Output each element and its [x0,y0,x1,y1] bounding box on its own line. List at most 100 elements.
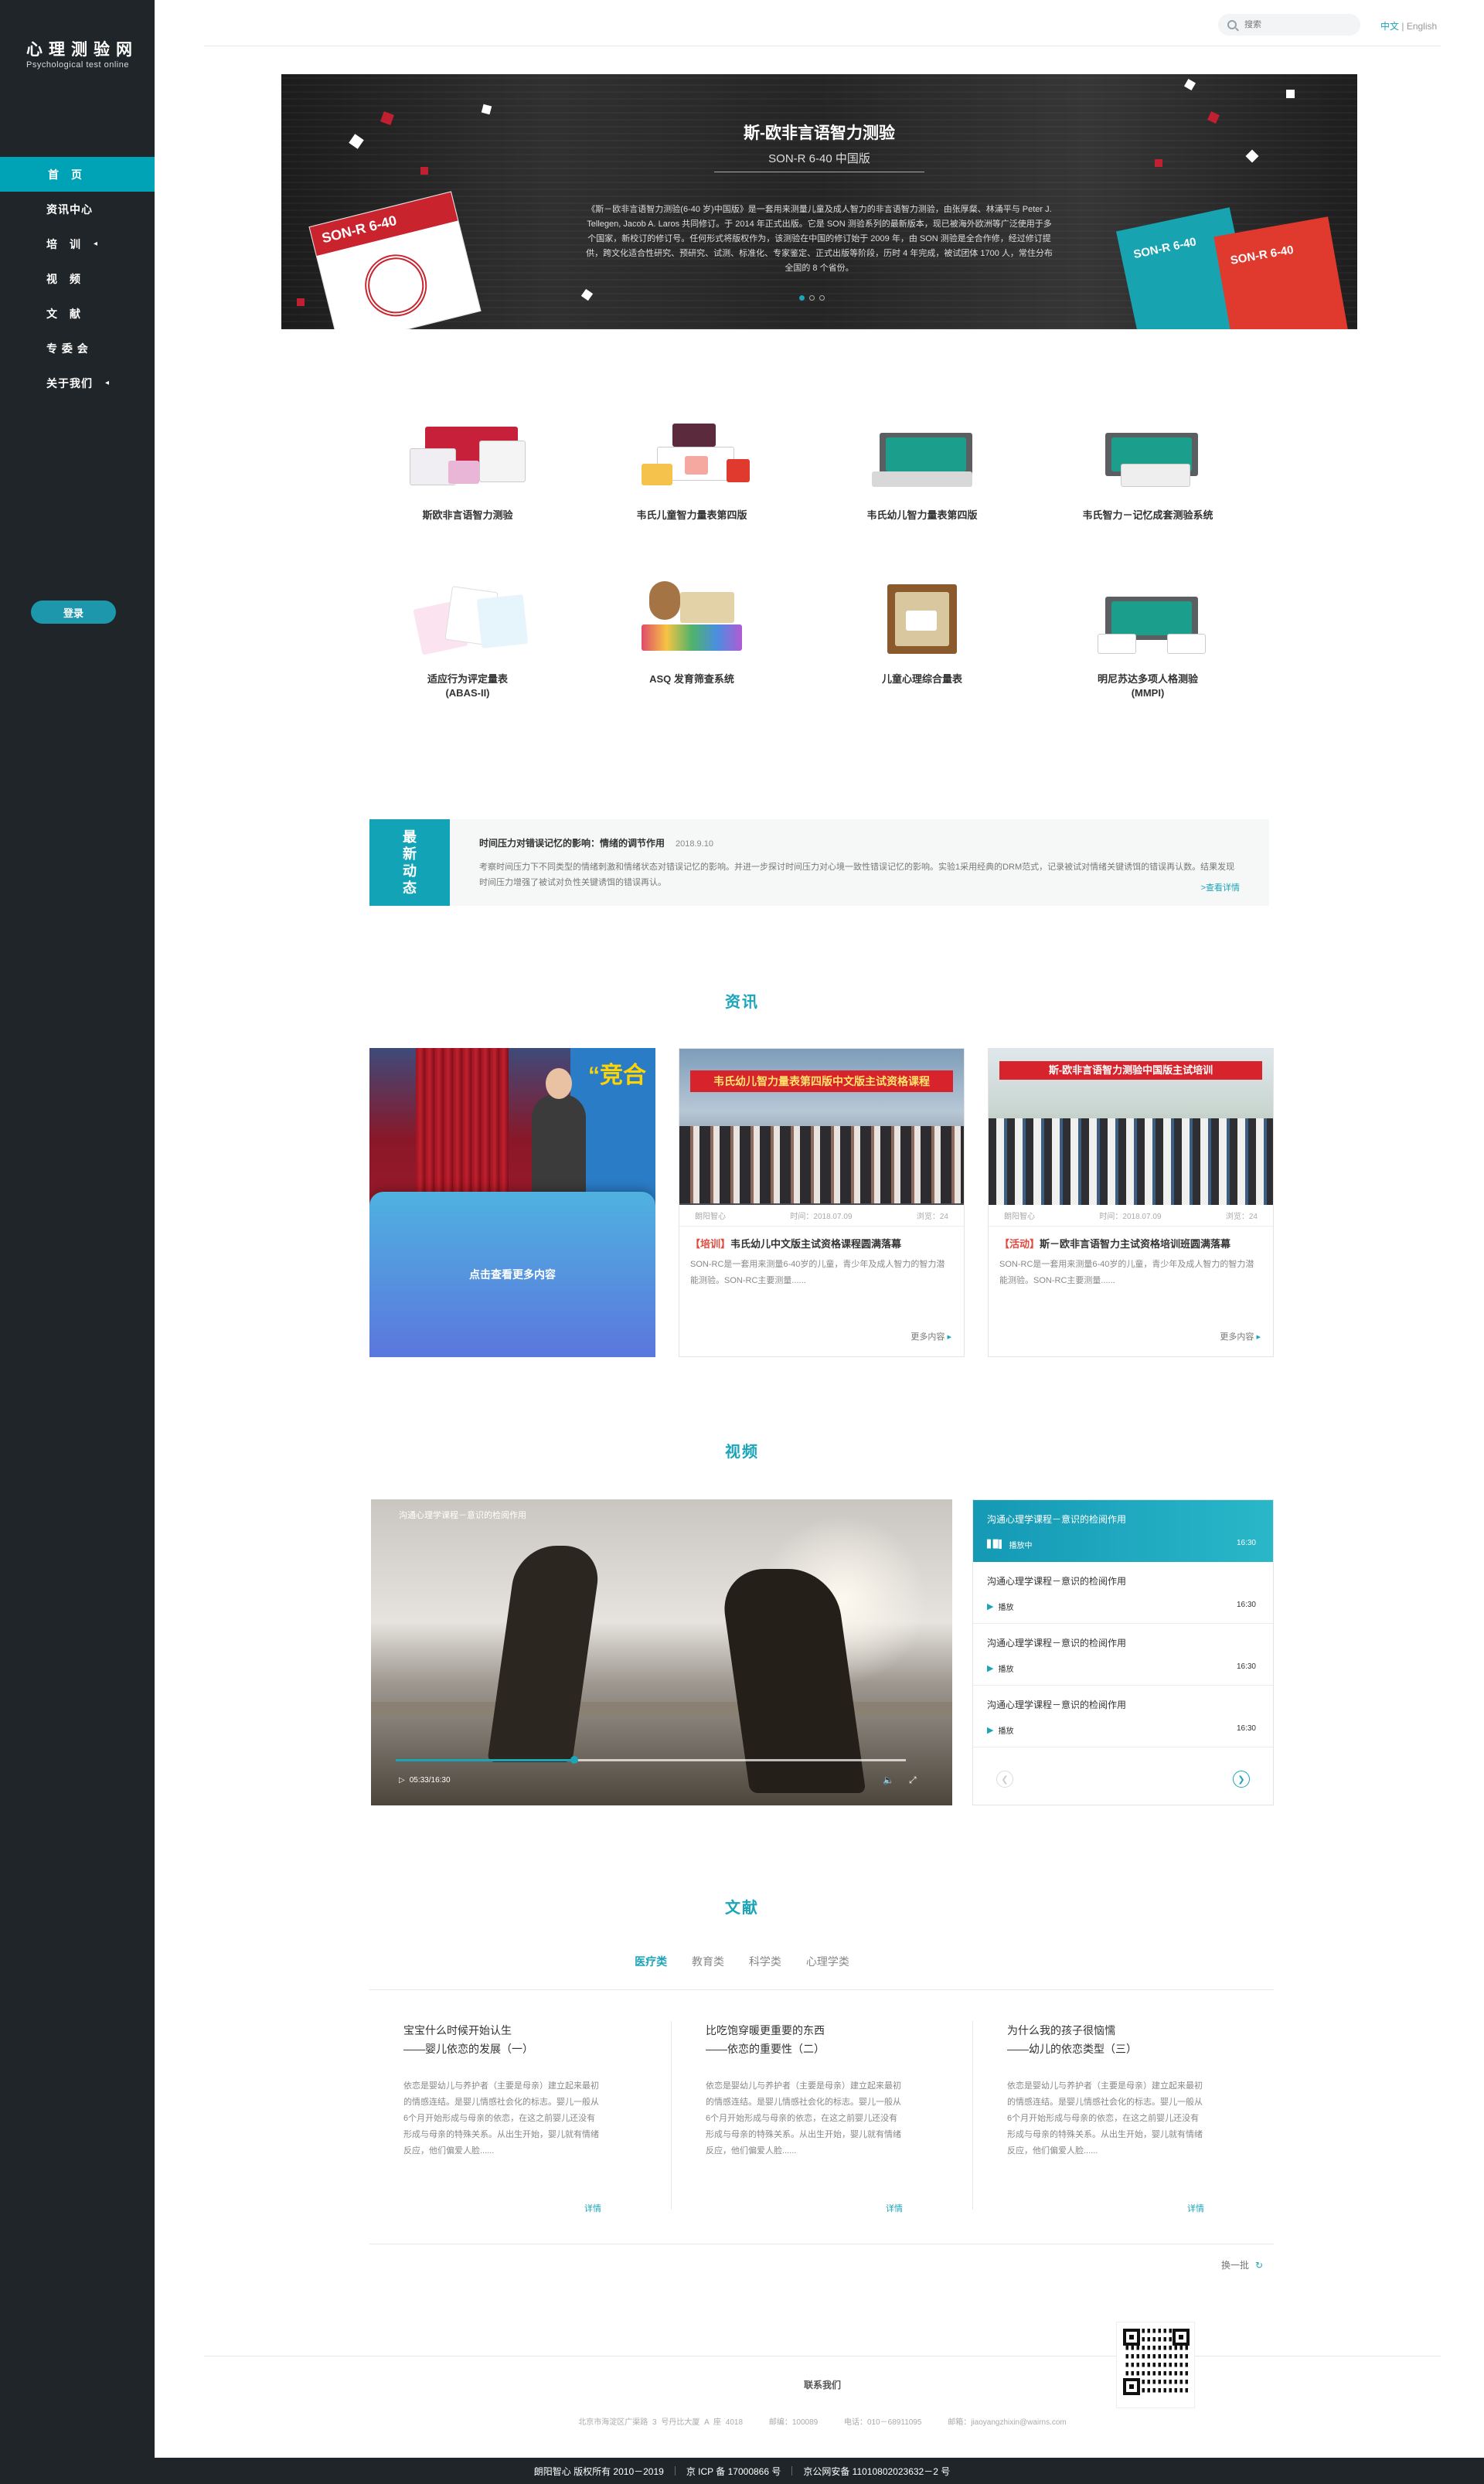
video-section-title: 视频 [725,1444,759,1461]
video-title: 沟通心理学课程－意识的检阅作用 [399,1511,526,1520]
lang-cn-link[interactable]: 中文 [1380,21,1399,32]
article-card[interactable]: 宝宝什么时候开始认生 ——婴儿依恋的发展（一） 依恋是婴幼儿与养护者（主要是母亲… [369,2021,640,2213]
article-excerpt: 依恋是婴幼儿与养护者（主要是母亲）建立起来最初的情感连结。是婴儿情感社会化的标志… [403,2081,599,2156]
article-detail-link[interactable]: 详情 [886,2202,903,2214]
tab-education[interactable]: 教育类 [692,1955,724,1968]
play-icon[interactable]: ▷ [399,1776,405,1785]
article-detail-link[interactable]: 详情 [1187,2202,1204,2214]
more-link[interactable]: 更多内容 [910,1330,951,1342]
nav-item-news[interactable]: 资讯中心 [0,192,155,226]
playlist-duration: 16:30 [1236,1601,1256,1609]
nav-label: 关于我们 [46,376,93,390]
latest-news-body: 考察时间压力下不同类型的情绪刺激和情绪状态对错误记忆的影响。并进一步探讨时间压力… [479,863,1235,887]
status-label: 播放 [998,1604,1014,1612]
playlist-item[interactable]: 沟通心理学课程－意识的检阅作用 ▶ 播放 16:30 [973,1686,1273,1747]
view-details-link[interactable]: >查看详情 [1201,881,1240,893]
latest-news: 最 新 动 态 时间压力对错误记忆的影响：情绪的调节作用 2018.9.10 考察… [369,819,1269,906]
search-icon[interactable] [1227,20,1237,29]
fullscreen-icon[interactable]: ⤢ [909,1775,917,1786]
refresh-label: 换一批 [1221,2260,1250,2271]
footer: 联系我们 北京市海淀区广渠路 3 号丹比大厦 A 座 4018 邮编：10008… [204,2356,1441,2442]
product-book-image: SON-R 6-40 [1213,216,1351,329]
logo-title[interactable]: 心理测验网 [26,37,138,60]
search-input[interactable] [1244,20,1345,29]
product-item[interactable]: 儿童心理综合量表 [810,573,1034,686]
carousel-dot[interactable] [799,295,805,301]
playlist-item[interactable]: 沟通心理学课程－意识的检阅作用 ▋▉▌ 播放中 16:30 [973,1500,1273,1562]
status-label: 播放 [998,1666,1014,1674]
nav-item-video[interactable]: 视 频 [0,261,155,296]
volume-icon[interactable]: 🔈 [883,1775,894,1785]
latest-news-title[interactable]: 时间压力对错误记忆的影响：情绪的调节作用 2018.9.10 [479,836,713,849]
article-subtitle: ——婴儿依恋的发展（一） [403,2043,533,2055]
video-progress-bar[interactable] [396,1756,906,1764]
product-item[interactable]: 韦氏儿童智力量表第四版 [580,410,804,522]
carousel-dot[interactable] [809,295,815,301]
latest-tag-char: 新 [403,846,417,862]
product-item[interactable]: 韦氏幼儿智力量表第四版 [810,410,1034,522]
nav-item-literature[interactable]: 文 献 [0,296,155,331]
nav-item-committee[interactable]: 专 委 会 [0,331,155,366]
nav-label: 培 训 [46,237,81,250]
product-image [1074,410,1221,495]
card-views: 浏览：24 [1225,1213,1258,1221]
product-name-line1: 明尼苏达多项人格测验 [1097,673,1198,685]
hero-banner[interactable]: SON-R 6-40 SON-R 6-40 SON-R 6-40 斯-欧非言语智… [281,74,1357,329]
product-name-line2: (MMPI) [1131,687,1165,699]
carousel-dot[interactable] [819,295,825,301]
chevron-left-icon[interactable]: ❮ [996,1771,1013,1788]
latest-tag-char: 最 [403,829,417,845]
caret-left-icon: ◂ [105,379,111,387]
product-name: ASQ 发育筛查系统 [649,673,734,685]
tab-science[interactable]: 科学类 [749,1955,781,1968]
play-icon[interactable]: ▶ [987,1601,993,1611]
product-name: 韦氏智力－记忆成套测验系统 [1082,509,1213,521]
maze-graphic [358,247,434,323]
latest-date: 2018.9.10 [676,839,713,849]
playlist-item-title: 沟通心理学课程－意识的检阅作用 [987,1576,1127,1587]
view-more-overlay[interactable]: 点击查看更多内容 [369,1192,655,1357]
road-rail [371,1702,952,1716]
article-subtitle: ——依恋的重要性（二） [706,2043,825,2055]
icp-number[interactable]: 京 ICP 备 17000866 号 [686,2465,781,2478]
product-item[interactable]: 适应行为评定量表 (ABAS-II) [356,573,580,700]
article-card[interactable]: 为什么我的孩子很恼懦 ——幼儿的依恋类型（三） 依恋是婴幼儿与养护者（主要是母亲… [972,2021,1243,2213]
product-item[interactable]: 斯欧非言语智力测验 [356,410,580,522]
playlist-duration: 16:30 [1236,1724,1256,1733]
info-card[interactable]: 斯-欧非言语智力测验中国版主试培训 朗阳智心 时间：2018.07.09 浏览：… [988,1048,1274,1357]
playlist-item[interactable]: 沟通心理学课程－意识的检阅作用 ▶ 播放 16:30 [973,1624,1273,1686]
play-icon[interactable]: ▶ [987,1725,993,1735]
police-record[interactable]: 京公网安备 11010802023632－2 号 [803,2465,950,2478]
tab-medical[interactable]: 医疗类 [635,1955,667,1968]
refresh-button[interactable]: 换一批 ↻ [1221,2258,1263,2271]
info-card[interactable]: 韦氏幼儿智力量表第四版中文版主试资格课程 朗阳智心 时间：2018.07.09 … [679,1048,965,1357]
nav-item-about[interactable]: 关于我们 ◂ [0,366,155,400]
playlist-duration: 16:30 [1236,1539,1256,1547]
carousel-dots [799,295,825,301]
video-player[interactable]: 沟通心理学课程－意识的检阅作用 ▷ 05:33/16:30 🔈 ⤢ [371,1499,952,1805]
more-link[interactable]: 更多内容 [1220,1330,1261,1342]
card-source: 朗阳智心 [1004,1213,1035,1221]
play-icon[interactable]: ▶ [987,1663,993,1673]
article-card[interactable]: 比吃饱穿暖更重要的东西 ——依恋的重要性（二） 依恋是婴幼儿与养护者（主要是母亲… [671,2021,941,2213]
product-item[interactable]: 明尼苏达多项人格测验 (MMPI) [1036,573,1260,700]
product-item[interactable]: 韦氏智力－记忆成套测验系统 [1036,410,1260,522]
card-title[interactable]: 【活动】斯－欧非言语智力主试资格培训班圆满落幕 [989,1227,1273,1251]
tab-psychology[interactable]: 心理学类 [806,1955,849,1968]
card-title[interactable]: 【培训】韦氏幼儿中文版主试资格课程圆满落幕 [679,1227,964,1251]
contact-email[interactable]: 邮箱：jiaoyangzhixin@wairns.com [948,2418,1067,2427]
chevron-right-icon[interactable]: ❯ [1233,1771,1250,1788]
login-button[interactable]: 登录 [31,601,116,624]
search-box[interactable] [1218,14,1360,36]
info-feature-card[interactable]: “竞合 点击查看更多内容 [369,1048,655,1357]
progress-handle[interactable] [570,1756,578,1764]
lang-en-link[interactable]: English [1407,21,1437,32]
article-excerpt: 依恋是婴幼儿与养护者（主要是母亲）建立起来最初的情感连结。是婴儿情感社会化的标志… [1007,2081,1203,2156]
nav-item-training[interactable]: 培 训 ◂ [0,226,155,261]
playlist-item[interactable]: 沟通心理学课程－意识的检阅作用 ▶ 播放 16:30 [973,1562,1273,1624]
nav-label: 专 委 会 [46,342,89,355]
article-detail-link[interactable]: 详情 [584,2202,601,2214]
nav-item-home[interactable]: 首 页 [0,157,155,192]
product-item[interactable]: ASQ 发育筛查系统 [580,573,804,686]
card-meta: 朗阳智心 时间：2018.07.09 浏览：24 [679,1205,964,1227]
